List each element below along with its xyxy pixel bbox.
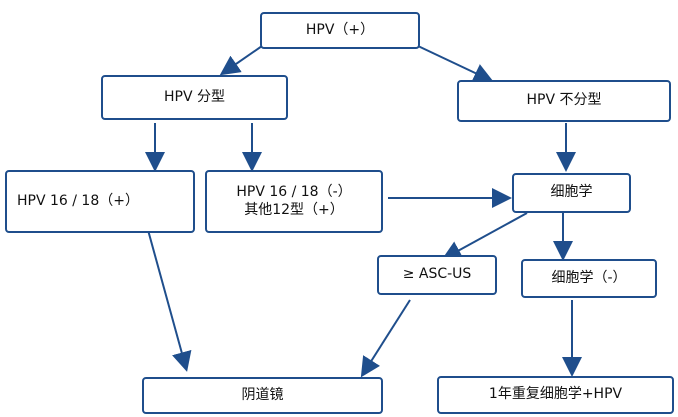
- node-hpv-typed: HPV 分型: [101, 75, 288, 120]
- hpv-flowchart: HPV（+） HPV 分型 HPV 不分型 HPV 16 / 18（+） HPV…: [0, 0, 678, 417]
- node-hpv-untyped-label: HPV 不分型: [526, 92, 602, 109]
- arrow-hpv-to-typed: [219, 45, 263, 76]
- node-cytology: 细胞学: [512, 173, 631, 213]
- node-cytology-label: 细胞学: [550, 184, 593, 201]
- node-repeat-after-year-label: 1年重复细胞学+HPV: [488, 386, 623, 403]
- node-hpv-16-18-negative-line2: 其他12型（+）: [244, 201, 344, 218]
- node-hpv-positive-label: HPV（+）: [305, 21, 375, 38]
- node-colposcopy: 阴道镜: [142, 377, 383, 414]
- arrow-asc-us-to-colposcopy: [360, 299, 411, 378]
- node-hpv-16-18-positive: HPV 16 / 18（+）: [5, 170, 195, 233]
- node-cytology-negative: 细胞学（-）: [521, 259, 657, 298]
- node-hpv-16-18-negative-text: HPV 16 / 18（-） 其他12型（+）: [236, 184, 351, 219]
- node-cytology-negative-label: 细胞学（-）: [551, 269, 627, 286]
- node-asc-us-label: ≥ ASC-US: [402, 266, 472, 283]
- node-hpv-typed-label: HPV 分型: [164, 88, 225, 105]
- node-hpv-16-18-positive-label: HPV 16 / 18（+）: [17, 192, 139, 209]
- node-hpv-16-18-negative: HPV 16 / 18（-） 其他12型（+）: [205, 170, 383, 233]
- node-hpv-16-18-negative-line1: HPV 16 / 18（-）: [236, 184, 352, 200]
- node-repeat-after-year: 1年重复细胞学+HPV: [437, 376, 674, 414]
- arrow-cytology-to-asc-us: [441, 212, 528, 260]
- node-colposcopy-label: 阴道镜: [241, 386, 284, 403]
- node-hpv-untyped: HPV 不分型: [457, 80, 671, 122]
- arrow-hpv-to-untyped: [417, 45, 494, 83]
- arrow-16-18-positive-to-colposcopy: [147, 229, 192, 372]
- node-asc-us: ≥ ASC-US: [377, 255, 497, 295]
- node-hpv-positive: HPV（+）: [260, 12, 420, 49]
